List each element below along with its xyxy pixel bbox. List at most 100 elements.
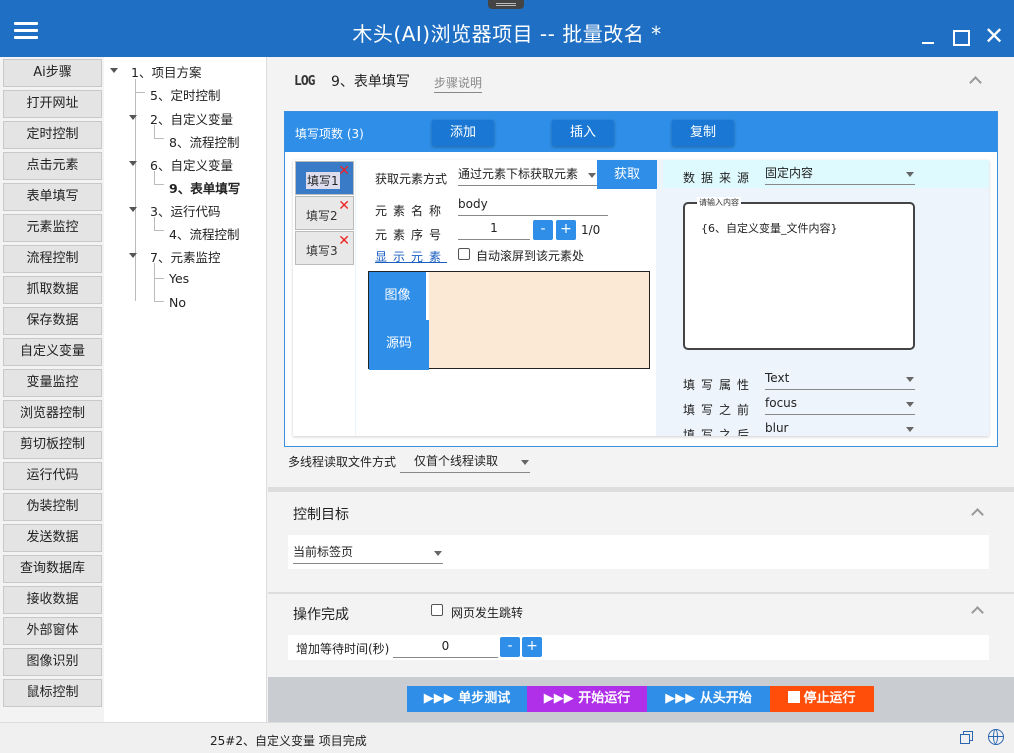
wait-decrement-button[interactable]: - (500, 637, 520, 657)
restore-window-icon[interactable] (960, 731, 974, 745)
tree-node[interactable]: 7、元素监控 (150, 247, 220, 266)
sidebar-item-clipboard[interactable]: 剪切板控制 (3, 431, 102, 459)
before-fill-select[interactable]: focus (765, 394, 915, 415)
tree-node[interactable]: 4、流程控制 (169, 224, 239, 243)
element-name-input[interactable]: body (458, 195, 608, 216)
chevron-down-icon (434, 551, 442, 556)
expand-arrow-icon[interactable] (129, 253, 137, 258)
tree-node[interactable]: 2、自定义变量 (150, 109, 233, 128)
status-text: 25#2、自定义变量 项目完成 (210, 734, 367, 748)
tab-fill-2[interactable]: 填写2 ✕ (295, 196, 354, 230)
window-title: 木头(AI)浏览器项目 -- 批量改名 * (352, 22, 662, 46)
step-title: 9、表单填写 (331, 74, 410, 90)
sidebar-item-disguise[interactable]: 伪装控制 (3, 493, 102, 521)
sidebar-item-click[interactable]: 点击元素 (3, 152, 102, 180)
page-jump-label: 网页发生跳转 (451, 606, 524, 620)
minimize-icon[interactable] (918, 26, 938, 46)
stop-run-button[interactable]: 停止运行 (770, 686, 874, 712)
sidebar-item-scrape[interactable]: 抓取数据 (3, 276, 102, 304)
sidebar-item-external-form[interactable]: 外部窗体 (3, 617, 102, 645)
get-element-button[interactable]: 获取 (597, 160, 657, 189)
increment-button[interactable]: + (556, 220, 576, 240)
chevron-down-icon (588, 173, 596, 178)
expand-arrow-icon[interactable] (129, 115, 137, 120)
run-from-start-button[interactable]: ▶▶▶ 从头开始 (647, 686, 770, 712)
auto-scroll-checkbox[interactable] (458, 248, 470, 260)
content-value: {6、自定义变量_文件内容} (701, 222, 838, 235)
tab-image[interactable]: 图像 (369, 272, 429, 320)
insert-button[interactable]: 插入 (552, 120, 614, 146)
element-form: 获取元素方式 通过元素下标获取元素 获取 元素名称 body 元素序号 1 - … (356, 160, 657, 436)
control-target-section: 控制目标 当前标签页 (268, 492, 1014, 592)
expand-arrow-icon[interactable] (129, 161, 137, 166)
copy-button[interactable]: 复制 (672, 120, 734, 146)
globe-icon[interactable] (988, 729, 1004, 745)
tab-source[interactable]: 源码 (369, 320, 429, 368)
fill-attr-select[interactable]: Text (765, 369, 915, 390)
sidebar-item-var-monitor[interactable]: 变量监控 (3, 369, 102, 397)
content-legend: 请输入内容 (697, 197, 741, 208)
sidebar-item-browser-control[interactable]: 浏览器控制 (3, 400, 102, 428)
maximize-icon[interactable] (950, 26, 970, 46)
expand-arrow-icon[interactable] (129, 207, 137, 212)
sidebar-item-save-data[interactable]: 保存数据 (3, 307, 102, 335)
close-icon[interactable]: ✕ (338, 164, 350, 178)
sidebar-item-send-data[interactable]: 发送数据 (3, 524, 102, 552)
tree-node[interactable]: 3、运行代码 (150, 201, 220, 220)
before-fill-label: 填写之前 (683, 403, 756, 417)
sidebar-item-ai[interactable]: Ai步骤 (3, 59, 102, 87)
collapse-icon[interactable] (971, 606, 984, 619)
tab-fill-1[interactable]: 填写1 ✕ (295, 161, 354, 195)
collapse-icon[interactable] (969, 76, 982, 89)
step-test-button[interactable]: ▶▶▶ 单步测试 (407, 686, 527, 712)
start-run-button[interactable]: ▶▶▶ 开始运行 (527, 686, 647, 712)
tab-fill-3[interactable]: 填写3 ✕ (295, 231, 354, 265)
drag-grip-icon[interactable] (488, 0, 524, 9)
add-button[interactable]: 添加 (432, 120, 494, 146)
sidebar-item-element-monitor[interactable]: 元素监控 (3, 214, 102, 242)
sidebar-item-timer[interactable]: 定时控制 (3, 121, 102, 149)
method-select[interactable]: 通过元素下标获取元素 (458, 164, 598, 186)
log-icon: LOG (294, 74, 316, 89)
element-index-input[interactable]: 1 (458, 219, 530, 240)
wait-time-input[interactable]: 0 (393, 637, 498, 658)
decrement-button[interactable]: - (533, 220, 553, 240)
sidebar-item-open-url[interactable]: 打开网址 (3, 90, 102, 118)
control-target-select[interactable]: 当前标签页 (293, 542, 443, 564)
close-icon[interactable]: ✕ (338, 234, 350, 248)
sidebar-item-run-code[interactable]: 运行代码 (3, 462, 102, 490)
collapse-icon[interactable] (971, 508, 984, 521)
tree-node[interactable]: 5、定时控制 (150, 85, 220, 104)
fill-items-header: 填写项数 (3) 添加 插入 复制 (285, 112, 997, 152)
element-preview: 图像 源码 (368, 271, 650, 370)
sidebar-item-custom-var[interactable]: 自定义变量 (3, 338, 102, 366)
sidebar-item-receive-data[interactable]: 接收数据 (3, 586, 102, 614)
sidebar-item-query-db[interactable]: 查询数据库 (3, 555, 102, 583)
data-source-select[interactable]: 固定内容 (765, 163, 915, 185)
tree-node[interactable]: 6、自定义变量 (150, 155, 233, 174)
wait-time-label: 增加等待时间(秒) (296, 642, 390, 656)
wait-increment-button[interactable]: + (522, 637, 542, 657)
sidebar-item-form-fill[interactable]: 表单填写 (3, 183, 102, 211)
after-fill-select[interactable]: blur (765, 419, 915, 436)
tree-node-selected[interactable]: 9、表单填写 (169, 178, 240, 197)
sidebar-item-flow-control[interactable]: 流程控制 (3, 245, 102, 273)
auto-scroll-label: 自动滚屏到该元素处 (476, 249, 585, 263)
show-element-link[interactable]: 显示元素 (375, 248, 447, 265)
multithread-select[interactable]: 仅首个线程读取 (400, 451, 530, 473)
tree-node[interactable]: Yes (169, 271, 189, 286)
tree-node[interactable]: 8、流程控制 (169, 132, 239, 151)
fill-attr-label: 填写属性 (683, 378, 756, 392)
tree-node[interactable]: No (169, 295, 186, 310)
main-panel: LOG 9、表单填写 步骤说明 填写项数 (3) 添加 插入 复制 填写1 ✕ … (268, 57, 1014, 677)
page-jump-checkbox[interactable] (431, 604, 443, 616)
sidebar-item-image-recognition[interactable]: 图像识别 (3, 648, 102, 676)
tree-node[interactable]: 1、项目方案 (131, 62, 201, 81)
close-icon[interactable]: ✕ (984, 24, 1004, 48)
expand-arrow-icon[interactable] (110, 68, 118, 73)
sidebar-item-mouse-control[interactable]: 鼠标控制 (3, 679, 102, 707)
step-description-link[interactable]: 步骤说明 (434, 74, 483, 93)
multithread-label: 多线程读取文件方式 (288, 455, 397, 469)
content-textarea[interactable]: 请输入内容 {6、自定义变量_文件内容} (683, 197, 915, 350)
close-icon[interactable]: ✕ (338, 199, 350, 213)
